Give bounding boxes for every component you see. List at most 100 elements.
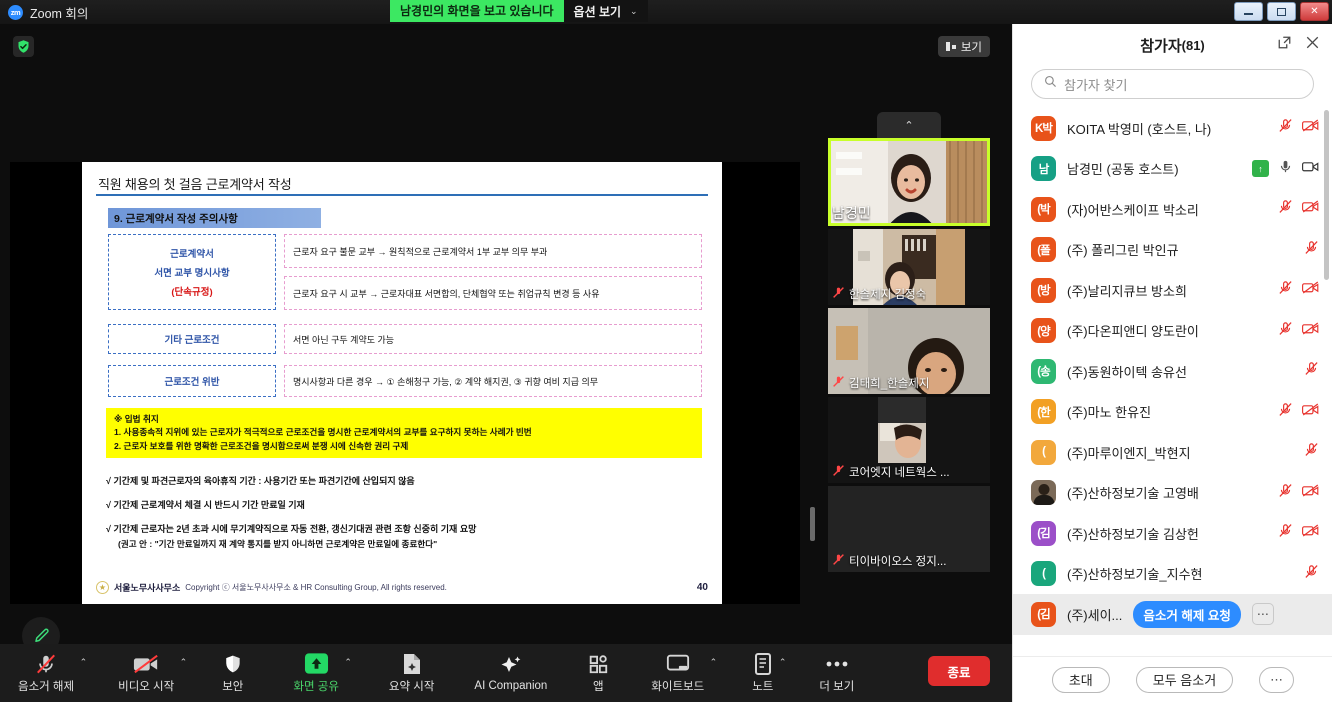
chevron-up-icon[interactable]: ⌃ bbox=[710, 657, 718, 668]
participant-more-button[interactable]: ⋯ bbox=[1251, 603, 1274, 626]
video-tile[interactable]: 한솔제지 김정숙 bbox=[828, 229, 990, 305]
view-layout-button[interactable]: 보기 bbox=[938, 36, 990, 57]
pen-icon bbox=[34, 628, 49, 642]
window-title: Zoom 회의 bbox=[30, 6, 89, 21]
avatar: (방 bbox=[1031, 277, 1056, 303]
end-meeting-button[interactable]: 종료 bbox=[928, 656, 990, 686]
mic-off-icon[interactable] bbox=[1304, 564, 1319, 584]
popout-icon[interactable] bbox=[1277, 35, 1292, 55]
video-off-icon[interactable] bbox=[1302, 483, 1319, 503]
participant-row[interactable]: (주)산하정보기술 고영배 bbox=[1013, 473, 1332, 514]
video-off-icon[interactable] bbox=[1302, 402, 1319, 422]
slide-highlight-box: ※ 입법 취지 1. 사용종속적 지위에 있는 근로자가 적극적으로 근로조건을… bbox=[106, 408, 702, 458]
mic-off-icon[interactable] bbox=[1278, 118, 1293, 138]
mic-off-icon[interactable] bbox=[1278, 280, 1293, 300]
toolbar-label: 노트 bbox=[752, 680, 774, 693]
participant-name: (주)산하정보기술_지수현 bbox=[1067, 567, 1203, 583]
participant-row[interactable]: (한 (주)마노 한유진 bbox=[1013, 392, 1332, 433]
mic-off-icon[interactable] bbox=[1278, 199, 1293, 219]
video-tile[interactable]: 코어엣지 네트웍스 ... bbox=[828, 397, 990, 483]
participant-row-selected[interactable]: (김 (주)세이... 음소거 해제 요청 ⋯ bbox=[1013, 594, 1332, 635]
mic-off-icon[interactable] bbox=[1304, 361, 1319, 381]
toolbar-security-button[interactable]: 보안 bbox=[222, 653, 243, 694]
toolbar-video-button[interactable]: 비디오 시작 ⌃ bbox=[118, 653, 187, 694]
close-icon[interactable] bbox=[1305, 35, 1320, 55]
shared-screen-area[interactable]: 직원 채용의 첫 걸음 근로계약서 작성 9. 근로계약서 작성 주의사항 근로… bbox=[10, 162, 815, 604]
maximize-button[interactable] bbox=[1267, 2, 1296, 21]
raise-hand-icon[interactable]: ↑ bbox=[1252, 160, 1269, 178]
video-tile[interactable]: 김태희_한솔제지 bbox=[828, 308, 990, 394]
invite-button[interactable]: 초대 bbox=[1051, 666, 1110, 693]
mic-off-icon[interactable] bbox=[1278, 483, 1293, 503]
participant-row[interactable]: 남 남경민 (공동 호스트) ↑ bbox=[1013, 149, 1332, 190]
sparkle-icon bbox=[499, 655, 523, 677]
participant-name: (자)어반스케이프 박소리 bbox=[1067, 202, 1199, 218]
participant-row[interactable]: (양 (주)다온피앤디 양도란이 bbox=[1013, 311, 1332, 352]
unmute-request-button[interactable]: 음소거 해제 요청 bbox=[1133, 600, 1241, 628]
chevron-up-icon[interactable]: ⌃ bbox=[779, 657, 787, 668]
chevron-up-icon[interactable]: ⌃ bbox=[180, 657, 188, 668]
chevron-up-icon[interactable]: ⌃ bbox=[80, 657, 88, 668]
participant-row[interactable]: ( (주)마루이엔지_박현지 bbox=[1013, 432, 1332, 473]
video-on-icon[interactable] bbox=[1302, 159, 1319, 179]
mic-off-icon[interactable] bbox=[1278, 402, 1293, 422]
toolbar-label: 앱 bbox=[593, 680, 604, 693]
toolbar-notes-button[interactable]: 노트 ⌃ bbox=[752, 652, 786, 694]
avatar: (양 bbox=[1031, 318, 1056, 344]
toolbar-more-button[interactable]: 더 보기 bbox=[819, 653, 854, 694]
slide-left-line: 근로계약서 bbox=[170, 249, 214, 260]
mute-all-button[interactable]: 모두 음소거 bbox=[1135, 666, 1234, 693]
video-off-icon[interactable] bbox=[1302, 118, 1319, 138]
mic-off-icon[interactable] bbox=[1278, 523, 1293, 543]
mic-on-icon[interactable] bbox=[1278, 159, 1293, 179]
mic-off-icon[interactable] bbox=[1278, 321, 1293, 341]
mic-off-icon bbox=[832, 464, 845, 480]
toolbar-whiteboard-button[interactable]: 화이트보드 ⌃ bbox=[651, 653, 717, 694]
slide-check-2: √ 기간제 근로계약서 체결 시 반드시 기간 만료일 기재 bbox=[106, 498, 305, 511]
slide-left-line: 서면 교부 명시사항 bbox=[154, 268, 230, 279]
close-button[interactable]: ✕ bbox=[1300, 2, 1329, 21]
tile-name-text: 코어엣지 네트웍스 ... bbox=[849, 467, 950, 479]
mic-off-icon[interactable] bbox=[1304, 240, 1319, 260]
filmstrip-collapse-button[interactable]: ⌃ bbox=[877, 112, 941, 138]
avatar: 남 bbox=[1031, 156, 1056, 182]
security-shield-icon[interactable] bbox=[13, 36, 34, 57]
avatar: (폴 bbox=[1031, 237, 1056, 263]
slide-right-box-3: 서면 아닌 구두 계약도 가능 bbox=[284, 324, 702, 354]
participants-scrollbar[interactable] bbox=[1324, 110, 1329, 280]
view-options-button[interactable]: 옵션 보기 ⌄ bbox=[563, 0, 648, 22]
participant-row[interactable]: K박 KOITA 박영미 (호스트, 나) bbox=[1013, 108, 1332, 149]
video-off-icon[interactable] bbox=[1302, 280, 1319, 300]
participant-status-icons bbox=[1278, 118, 1319, 138]
toolbar-share-screen-button[interactable]: 화면 공유 ⌃ bbox=[293, 652, 352, 694]
more-icon bbox=[825, 653, 849, 675]
video-off-icon[interactable] bbox=[1302, 199, 1319, 219]
participant-row[interactable]: (폴 (주) 폴리그린 박인규 bbox=[1013, 230, 1332, 271]
participant-row[interactable]: (방 (주)날리지큐브 방소희 bbox=[1013, 270, 1332, 311]
participant-name: (주)마루이엔지_박현지 bbox=[1067, 445, 1191, 461]
mic-off-icon[interactable] bbox=[1304, 442, 1319, 462]
participant-row[interactable]: ( (주)산하정보기술_지수현 bbox=[1013, 554, 1332, 595]
participant-row[interactable]: (김 (주)산하정보기술 김상헌 bbox=[1013, 513, 1332, 554]
participants-more-button[interactable]: ⋯ bbox=[1259, 666, 1295, 693]
participants-search-input[interactable]: 참가자 찾기 bbox=[1031, 69, 1314, 99]
participants-list[interactable]: K박 KOITA 박영미 (호스트, 나) 남 남경민 (공동 호스트) ↑ (… bbox=[1013, 108, 1332, 656]
minimize-button[interactable] bbox=[1234, 2, 1263, 21]
participant-row[interactable]: (박 (자)어반스케이프 박소리 bbox=[1013, 189, 1332, 230]
toolbar-summary-button[interactable]: 요약 시작 bbox=[389, 653, 434, 694]
participant-row[interactable]: (송 (주)동원하이텍 송유선 bbox=[1013, 351, 1332, 392]
video-off-icon[interactable] bbox=[1302, 321, 1319, 341]
chevron-down-icon: ⌄ bbox=[630, 5, 638, 16]
mic-off-icon bbox=[832, 375, 845, 391]
avatar: ( bbox=[1031, 439, 1056, 465]
footer-brand: 서울노무사사무소 bbox=[114, 583, 181, 593]
toolbar-apps-button[interactable]: 앱 bbox=[587, 653, 609, 694]
video-off-icon[interactable] bbox=[1302, 523, 1319, 543]
toolbar-ai-companion-button[interactable]: AI Companion bbox=[474, 655, 547, 692]
toolbar-mute-button[interactable]: 음소거 해제 ⌃ bbox=[18, 653, 87, 694]
chevron-up-icon[interactable]: ⌃ bbox=[344, 657, 352, 668]
participant-status-icons bbox=[1278, 199, 1319, 219]
video-tile-active[interactable]: 남경민 bbox=[828, 138, 990, 226]
video-tile[interactable]: 티이바이오스 정지... bbox=[828, 486, 990, 572]
participant-status-icons bbox=[1304, 240, 1319, 260]
